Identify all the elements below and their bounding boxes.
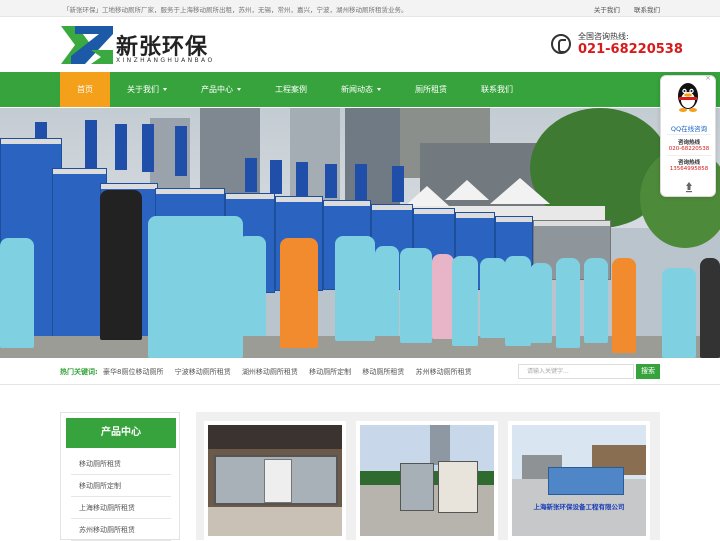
banner-person — [452, 256, 478, 346]
banner-person — [100, 190, 142, 340]
sidebar-item-shanghai[interactable]: 上海移动厕所租赁 — [71, 497, 171, 519]
banner-flag — [175, 126, 187, 176]
nav-item-products[interactable]: 产品中心 — [184, 72, 258, 107]
banner-tent — [490, 178, 550, 204]
banner-person — [375, 246, 399, 336]
banner-flag — [142, 124, 154, 172]
banner-flag — [270, 160, 282, 194]
banner-flag — [245, 158, 257, 192]
product-image[interactable] — [360, 425, 494, 536]
product-image[interactable] — [208, 425, 342, 536]
banner-person — [400, 248, 432, 343]
qq-consult-label[interactable]: QQ在线咨询 — [661, 123, 717, 133]
nav-item-home[interactable]: 首页 — [60, 72, 110, 107]
chevron-down-icon — [237, 88, 241, 91]
top-link-about[interactable]: 关于我们 — [594, 6, 620, 14]
banner-flag — [325, 164, 337, 198]
product-image[interactable]: 上海新张环保设备工程有限公司 — [512, 425, 646, 536]
banner-flag — [85, 120, 97, 170]
top-link-contact[interactable]: 联系我们 — [634, 6, 660, 14]
nav-item-cases[interactable]: 工程案例 — [258, 72, 324, 107]
sidebar-item-suzhou[interactable]: 苏州移动厕所租赁 — [71, 519, 171, 541]
product-grid: 上海新张环保设备工程有限公司 — [196, 412, 660, 540]
banner-flag — [296, 162, 308, 196]
banner-tent — [445, 180, 489, 200]
banner-person — [148, 216, 243, 358]
chevron-down-icon — [163, 88, 167, 91]
banner-flag — [115, 124, 127, 170]
hotline-number: 021-68220538 — [578, 42, 683, 57]
float-hotline2-number: 13564995858 — [669, 166, 709, 172]
logo-subtext: XINZHANGHUANBAO — [116, 57, 215, 64]
close-icon[interactable]: × — [705, 74, 711, 82]
banner-person — [700, 258, 720, 358]
product-card[interactable] — [204, 421, 346, 540]
nav-item-contact[interactable]: 联系我们 — [464, 72, 530, 107]
float-hotline2-title: 咨询热线 — [677, 160, 700, 166]
back-to-top-icon[interactable] — [683, 181, 695, 193]
banner-person — [505, 256, 531, 346]
qq-penguin-icon[interactable] — [675, 82, 701, 112]
hotline-label: 全国咨询热线: — [578, 32, 629, 41]
banner-flag — [392, 166, 404, 202]
nav-item-news[interactable]: 新闻动态 — [324, 72, 398, 107]
product-sidebar: 产品中心 移动厕所租赁 移动厕所定制 上海移动厕所租赁 苏州移动厕所租赁 — [60, 412, 180, 541]
top-links: 关于我们 联系我们 — [582, 4, 660, 14]
site-header: 新张环保 XINZHANGHUANBAO 全国咨询热线: 021-6822053… — [0, 17, 720, 72]
banner-flag — [355, 164, 367, 200]
chevron-down-icon — [377, 88, 381, 91]
keywords-list: 豪华8厕位移动厕所 宁波移动厕所租赁 湖州移动厕所租赁 移动厕所定制 移动厕所租… — [103, 367, 481, 377]
banner-person — [238, 236, 266, 336]
keyword-link[interactable]: 移动厕所定制 — [309, 368, 351, 376]
banner-person — [335, 236, 375, 341]
banner-person — [556, 258, 580, 348]
search-button[interactable]: 搜索 — [636, 364, 660, 379]
float-hotline-title: 咨询热线 — [677, 140, 700, 146]
banner-person — [432, 254, 454, 339]
banner-person — [584, 258, 608, 343]
nav-item-rental[interactable]: 厕所租赁 — [398, 72, 464, 107]
banner-tent — [405, 186, 449, 206]
nav-item-about[interactable]: 关于我们 — [110, 72, 184, 107]
hero-banner-image[interactable] — [0, 108, 720, 358]
banner-person — [480, 258, 506, 338]
sidebar-item-rental[interactable]: 移动厕所租赁 — [71, 453, 171, 475]
banner-person — [530, 263, 552, 343]
keyword-link[interactable]: 苏州移动厕所租赁 — [416, 368, 472, 376]
keyword-link[interactable]: 湖州移动厕所租赁 — [242, 368, 298, 376]
banner-toilet — [52, 168, 107, 338]
search-input[interactable]: 请输入关键字... — [518, 364, 634, 379]
product-card[interactable]: 上海新张环保设备工程有限公司 — [508, 421, 650, 540]
banner-person — [662, 268, 696, 358]
product-card[interactable] — [356, 421, 498, 540]
keyword-link[interactable]: 豪华8厕位移动厕所 — [103, 368, 163, 376]
top-bar: 「新张环保」工地移动厕所厂家，服务于上海移动厕所出租，苏州，无锡，常州，嘉兴，宁… — [0, 0, 720, 17]
float-hotline-number: 020-68220538 — [668, 146, 710, 152]
main-nav: 首页 关于我们 产品中心 工程案例 新闻动态 厕所租赁 联系我们 — [0, 72, 720, 107]
product-caption: 上海新张环保设备工程有限公司 — [533, 503, 625, 511]
banner-person — [612, 258, 636, 353]
keywords-title: 热门关键词: — [60, 368, 98, 376]
keyword-link[interactable]: 宁波移动厕所租赁 — [175, 368, 231, 376]
keyword-bar: 热门关键词: 豪华8厕位移动厕所 宁波移动厕所租赁 湖州移动厕所租赁 移动厕所定… — [0, 359, 720, 385]
site-intro-text: 「新张环保」工地移动厕所厂家，服务于上海移动厕所出租，苏州，无锡，常州，嘉兴，宁… — [63, 6, 408, 14]
banner-person — [0, 238, 34, 348]
banner-person — [280, 238, 318, 348]
logo-mark-icon[interactable] — [61, 26, 113, 64]
floating-contact-widget: × QQ在线咨询 咨询热线 020-68220538 咨询热线 13564995… — [660, 74, 717, 197]
keyword-link[interactable]: 移动厕所租赁 — [362, 368, 404, 376]
sidebar-title: 产品中心 — [66, 418, 176, 448]
phone-icon — [551, 34, 571, 54]
sidebar-item-custom[interactable]: 移动厕所定制 — [71, 475, 171, 497]
